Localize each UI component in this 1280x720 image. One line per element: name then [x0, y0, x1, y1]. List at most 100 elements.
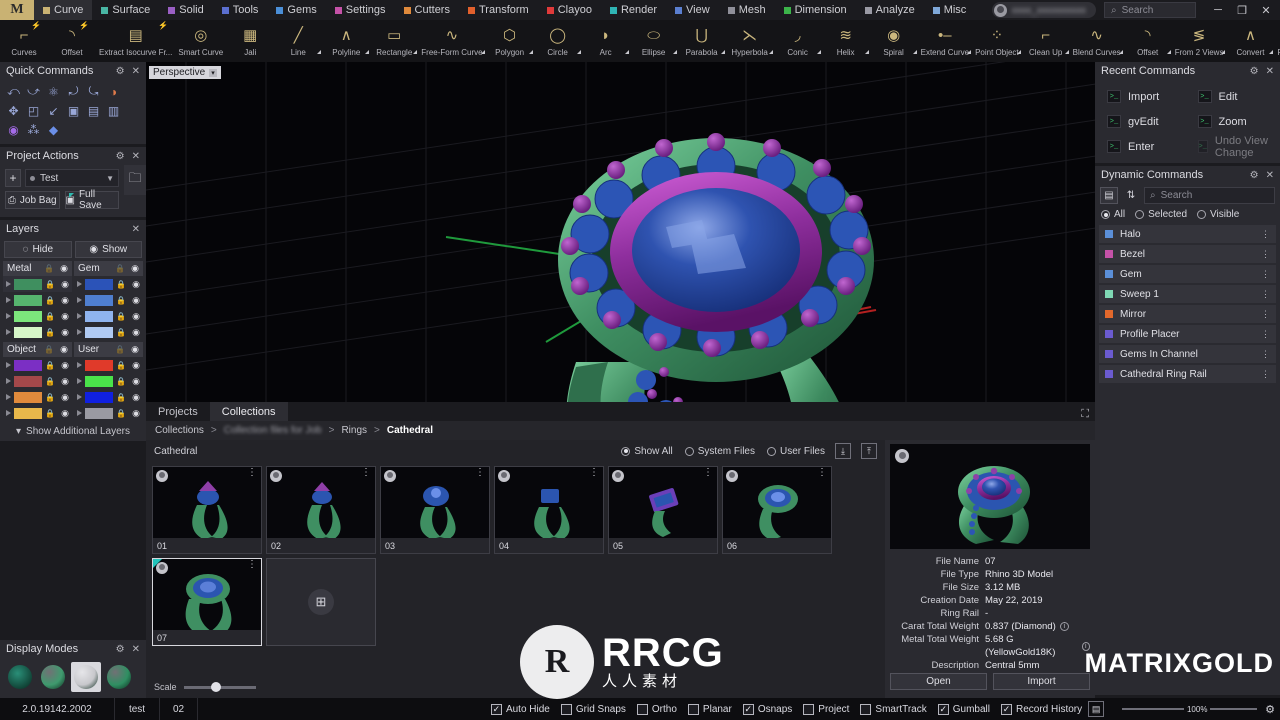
status-toggle-smarttrack[interactable]: SmartTrack — [860, 704, 926, 715]
breadcrumb-item[interactable]: Collections — [155, 425, 204, 436]
expand-triangle-icon[interactable] — [6, 362, 11, 368]
restore-button[interactable]: ❐ — [1230, 0, 1254, 20]
frame-c-icon[interactable]: ▥ — [104, 102, 123, 119]
lock-icon[interactable]: 🔒 — [45, 409, 55, 418]
checkbox-icon[interactable] — [688, 704, 699, 715]
menu-tab-gems[interactable]: Gems — [267, 0, 325, 20]
dashed-curve-icon[interactable]: ⤿ — [84, 83, 103, 100]
3d-viewport[interactable]: Perspective ▾ — [146, 62, 1095, 402]
layer-row[interactable]: 🔒◉ — [3, 292, 72, 308]
ribbon-dropdown-arrow-icon[interactable] — [1167, 50, 1171, 54]
layer-color-swatch[interactable] — [85, 327, 113, 338]
undo-icon[interactable]: ⤺ — [4, 83, 23, 100]
dynamic-commands-gear-icon[interactable]: ⚙ — [1250, 170, 1259, 181]
ribbon-button-offset[interactable]: ◝Offset⚡ — [48, 20, 96, 62]
layer-row[interactable]: 🔒◉ — [74, 308, 143, 324]
expand-triangle-icon[interactable] — [77, 410, 82, 416]
lock-icon[interactable]: 🔒 — [44, 345, 54, 354]
ribbon-button-convert[interactable]: ∧Convert — [1226, 20, 1274, 62]
expand-triangle-icon[interactable] — [77, 281, 82, 287]
breadcrumb-item[interactable]: Collection files for Job — [224, 425, 322, 436]
layer-row[interactable]: 🔒◉ — [74, 324, 143, 340]
layer-color-swatch[interactable] — [85, 279, 113, 290]
checkbox-icon[interactable] — [803, 704, 814, 715]
ribbon-button-ellipse[interactable]: ⬭Ellipse — [630, 20, 678, 62]
dynamic-commands-search-input[interactable]: ⌕ Search — [1144, 187, 1275, 204]
dynamic-command-item[interactable]: Bezel⋮ — [1099, 245, 1276, 263]
dynamic-command-item[interactable]: Profile Placer⋮ — [1099, 325, 1276, 343]
ribbon-button-hyperbola[interactable]: ⋋Hyperbola — [726, 20, 774, 62]
frame-a-icon[interactable]: ▣ — [64, 102, 83, 119]
expand-browser-icon[interactable]: ⛶ — [1081, 408, 1089, 421]
menu-tab-surface[interactable]: Surface — [92, 0, 159, 20]
display-mode-shaded[interactable] — [38, 662, 68, 692]
job-bag-button[interactable]: ⎙ Job Bag — [5, 191, 60, 209]
eye-icon[interactable]: ◉ — [132, 376, 140, 387]
recent-command-item[interactable]: >_Import — [1097, 84, 1188, 109]
checkbox-icon[interactable]: ✓ — [743, 704, 754, 715]
file-tile[interactable]: ⋮06 — [722, 466, 832, 554]
expand-triangle-icon[interactable] — [77, 378, 82, 384]
export-file-icon[interactable]: ⤒ — [861, 443, 877, 459]
corner-icon[interactable]: ◰ — [24, 102, 43, 119]
expand-triangle-icon[interactable] — [6, 329, 11, 335]
scatter-icon[interactable]: ⁂ — [24, 121, 43, 138]
gem-icon[interactable]: ◆ — [44, 121, 63, 138]
layer-color-swatch[interactable] — [85, 360, 113, 371]
file-tile[interactable]: ⋮02 — [266, 466, 376, 554]
close-button[interactable]: ✕ — [1254, 0, 1278, 20]
ribbon-dropdown-arrow-icon[interactable] — [967, 50, 971, 54]
recent-command-item[interactable]: >_gvEdit — [1097, 109, 1188, 134]
layer-color-swatch[interactable] — [14, 295, 42, 306]
eye-icon[interactable]: ◉ — [61, 392, 69, 403]
dynamic-filter-selected[interactable]: Selected — [1135, 209, 1187, 220]
layer-group-header[interactable]: Object🔒◉ — [3, 342, 72, 357]
menu-tab-clayoo[interactable]: Clayoo — [538, 0, 601, 20]
status-toggle-grid-snaps[interactable]: Grid Snaps — [561, 704, 626, 715]
ribbon-dropdown-arrow-icon[interactable] — [577, 50, 581, 54]
layer-color-swatch[interactable] — [14, 311, 42, 322]
layer-color-swatch[interactable] — [14, 392, 42, 403]
lock-icon[interactable]: 🔒 — [115, 264, 125, 273]
scale-slider-knob[interactable] — [211, 682, 221, 692]
dynamic-commands-close-icon[interactable]: ✕ — [1266, 170, 1274, 181]
dynamic-command-item[interactable]: Halo⋮ — [1099, 225, 1276, 243]
status-toggle-planar[interactable]: Planar — [688, 704, 732, 715]
ribbon-dropdown-arrow-icon[interactable] — [625, 50, 629, 54]
ribbon-button-conic[interactable]: ◞Conic — [774, 20, 822, 62]
dynamic-command-menu-icon[interactable]: ⋮ — [1261, 271, 1270, 278]
redo-icon[interactable]: ⤻ — [24, 83, 43, 100]
file-tile[interactable]: ⋮05 — [608, 466, 718, 554]
display-modes-close-icon[interactable]: ✕ — [132, 644, 140, 655]
recent-commands-close-icon[interactable]: ✕ — [1266, 66, 1274, 77]
ribbon-dropdown-arrow-icon[interactable] — [1065, 50, 1069, 54]
breadcrumb-item[interactable]: Rings — [341, 425, 367, 436]
checkbox-icon[interactable] — [637, 704, 648, 715]
ribbon-dropdown-arrow-icon[interactable] — [865, 50, 869, 54]
add-new-item-tile[interactable]: ⊞ — [266, 558, 376, 646]
ribbon-dropdown-arrow-icon[interactable] — [413, 50, 417, 54]
layer-color-swatch[interactable] — [14, 279, 42, 290]
ribbon-button-offset[interactable]: ◝Offset — [1124, 20, 1172, 62]
recent-command-item[interactable]: >_Enter — [1097, 134, 1188, 159]
ribbon-button-extend-curve[interactable]: •–Extend Curve — [918, 20, 972, 62]
hide-layers-button[interactable]: ◌ Hide — [4, 241, 72, 258]
import-file-icon[interactable]: ⤓ — [835, 443, 851, 459]
ribbon-button-curves[interactable]: ⌐Curves⚡ — [0, 20, 48, 62]
lock-icon[interactable]: 🔒 — [45, 361, 55, 370]
dynamic-filter-all[interactable]: All — [1101, 209, 1125, 220]
expand-triangle-icon[interactable] — [6, 297, 11, 303]
layers-close-icon[interactable]: ✕ — [132, 224, 140, 235]
eye-icon[interactable]: ◉ — [132, 392, 140, 403]
ribbon-button-extract-isocurve-fr[interactable]: ▤Extract Isocurve Fr...⚡ — [96, 20, 175, 62]
status-toggle-ortho[interactable]: Ortho — [637, 704, 677, 715]
lock-icon[interactable]: 🔒 — [45, 280, 55, 289]
dynamic-command-item[interactable]: Gem⋮ — [1099, 265, 1276, 283]
layer-row[interactable]: 🔒◉ — [3, 405, 72, 421]
menu-tab-render[interactable]: Render — [601, 0, 666, 20]
expand-triangle-icon[interactable] — [6, 394, 11, 400]
browser-tab-projects[interactable]: Projects — [146, 402, 210, 421]
file-menu-icon[interactable]: ⋮ — [247, 469, 257, 477]
ribbon-button-line[interactable]: ╱Line — [274, 20, 322, 62]
menu-tab-view[interactable]: View — [666, 0, 719, 20]
